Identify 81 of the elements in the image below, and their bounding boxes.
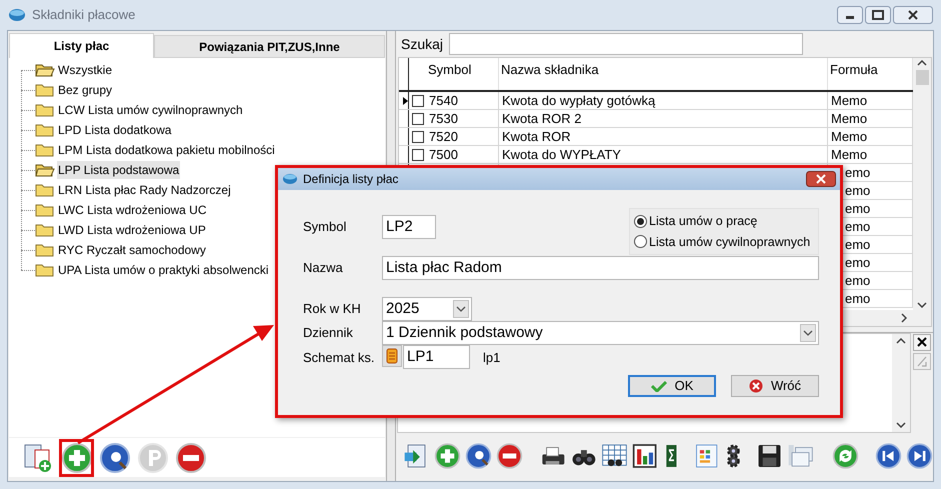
radio-button[interactable] bbox=[634, 235, 647, 248]
table-cell: Kwota do wypłaty gotówką bbox=[502, 93, 656, 108]
tree-item[interactable]: LPP Lista podstawowa bbox=[57, 161, 180, 179]
tree-item[interactable]: UPA Lista umów o praktyki absolwencki bbox=[57, 261, 270, 279]
checkbox[interactable] bbox=[412, 94, 424, 106]
field-label: Dziennik bbox=[303, 324, 353, 342]
table-cell: Memo bbox=[831, 147, 868, 162]
tree-item[interactable]: LWD Lista wdrożeniowa UP bbox=[57, 221, 207, 239]
search-label: Szukaj bbox=[401, 34, 444, 54]
cancel-icon bbox=[748, 379, 763, 393]
table-row[interactable]: 7500 Kwota do WYPŁATY Memo bbox=[399, 146, 913, 164]
radio-button[interactable] bbox=[634, 214, 647, 228]
tab[interactable]: Powiązania PIT,ZUS,Inne bbox=[154, 35, 385, 58]
dialog-title: Definicja listy płac bbox=[303, 171, 398, 188]
radio-label[interactable]: Lista umów cywilnoprawnych bbox=[649, 232, 810, 252]
scroll-down-icon[interactable] bbox=[917, 302, 927, 308]
field-label: Symbol bbox=[303, 218, 346, 236]
radio-label[interactable]: Lista umów o pracę bbox=[649, 212, 758, 230]
minimize-icon[interactable] bbox=[837, 6, 863, 24]
remove-icon[interactable] bbox=[174, 442, 206, 474]
table-cell: emo bbox=[845, 273, 870, 288]
table-cell: emo bbox=[845, 183, 870, 198]
table-cell: emo bbox=[845, 219, 870, 234]
table-cell: 7530 bbox=[429, 111, 458, 126]
app-icon bbox=[282, 173, 298, 185]
field-label: Schemat ks. bbox=[303, 349, 375, 367]
table-cell: emo bbox=[845, 237, 870, 252]
search-field[interactable] bbox=[449, 33, 804, 55]
field-label: lp1 bbox=[483, 349, 500, 367]
name-field[interactable]: Lista płac Radom bbox=[382, 256, 819, 280]
magnifier-icon[interactable] bbox=[98, 442, 130, 474]
tree-item[interactable]: Wszystkie bbox=[57, 61, 113, 79]
ok-button[interactable]: OK bbox=[628, 375, 716, 397]
table-cell: Kwota do WYPŁATY bbox=[502, 147, 621, 162]
tab[interactable]: Listy płac bbox=[9, 33, 154, 58]
close-icon[interactable] bbox=[806, 171, 836, 187]
close-icon[interactable] bbox=[893, 6, 933, 24]
app-icon bbox=[8, 8, 26, 22]
table-cell: emo bbox=[845, 201, 870, 216]
table-cell: Kwota ROR bbox=[502, 129, 571, 144]
column-header[interactable]: Symbol bbox=[426, 58, 499, 90]
table-cell: Memo bbox=[831, 111, 868, 126]
scroll-right-icon[interactable] bbox=[901, 313, 907, 323]
table-cell: emo bbox=[845, 165, 870, 180]
field-label: Rok w KH bbox=[303, 300, 361, 318]
tree-item[interactable]: LWC Lista wdrożeniowa UC bbox=[57, 201, 208, 219]
table-row[interactable]: 7520 Kwota ROR Memo bbox=[399, 128, 913, 146]
tree-item[interactable]: LPD Lista dodatkowa bbox=[57, 121, 172, 139]
scroll-up-icon[interactable] bbox=[896, 338, 906, 344]
field-label: Nazwa bbox=[303, 259, 343, 277]
symbol-field[interactable]: LP2 bbox=[382, 215, 436, 239]
scroll-down-icon[interactable] bbox=[896, 422, 906, 428]
table-cell: emo bbox=[845, 255, 870, 270]
book-icon[interactable] bbox=[382, 345, 402, 367]
checkbox[interactable] bbox=[412, 148, 424, 160]
close-icon[interactable] bbox=[913, 334, 931, 351]
table-cell: emo bbox=[845, 291, 870, 306]
table-cell: Memo bbox=[831, 129, 868, 144]
year-dropdown[interactable]: 2025 bbox=[382, 297, 472, 321]
table-cell: Kwota ROR 2 bbox=[502, 111, 582, 126]
scrollbar-thumb[interactable] bbox=[916, 70, 928, 85]
scheme-field[interactable]: LP1 bbox=[403, 345, 470, 369]
scroll-up-icon[interactable] bbox=[917, 60, 927, 66]
back-button[interactable]: Wróć bbox=[731, 375, 819, 397]
table-cell: 7540 bbox=[429, 93, 458, 108]
table-cell: 7500 bbox=[429, 147, 458, 162]
maximize-icon[interactable] bbox=[865, 6, 891, 24]
table-cell: Memo bbox=[831, 93, 868, 108]
tree-item[interactable]: LCW Lista umów cywilnoprawnych bbox=[57, 101, 244, 119]
tree-item[interactable]: LPM Lista dodatkowa pakietu mobilności bbox=[57, 141, 276, 159]
table-row[interactable]: 7530 Kwota ROR 2 Memo bbox=[399, 110, 913, 128]
table-cell: 7520 bbox=[429, 129, 458, 144]
checkbox[interactable] bbox=[412, 112, 424, 124]
tree-item[interactable]: Bez grupy bbox=[57, 81, 114, 99]
journal-dropdown[interactable]: 1 Dziennik podstawowy bbox=[382, 321, 819, 345]
tree-item[interactable]: RYC Ryczałt samochodowy bbox=[57, 241, 207, 259]
tree-item[interactable]: LRN Lista płac Rady Nadzorczej bbox=[57, 181, 232, 199]
checkbox[interactable] bbox=[412, 130, 424, 142]
window-title: Składniki płacowe bbox=[32, 6, 136, 24]
check-icon bbox=[650, 380, 667, 392]
column-header[interactable]: Nazwa składnika bbox=[499, 58, 828, 90]
